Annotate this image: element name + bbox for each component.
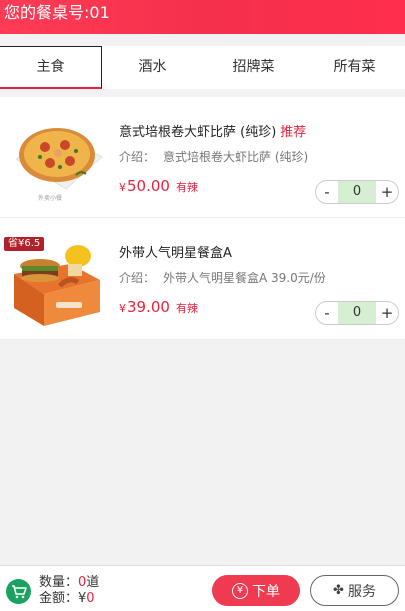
top-bar: 您的餐桌号:01 xyxy=(0,0,405,34)
dish-intro: 介绍： 外带人气明星餐盒A 39.0元/份 xyxy=(119,271,326,285)
list-item[interactable]: 省¥6.5 外带人气明星餐盒A 介绍： 外带人气明星餐盒A 39.0元/份 ¥39… xyxy=(0,218,405,340)
quantity-value[interactable]: 0 xyxy=(338,302,376,324)
service-icon: ✤ xyxy=(333,583,344,598)
minus-button[interactable]: - xyxy=(316,302,338,324)
tab-staple[interactable]: 主食 xyxy=(0,46,102,89)
quantity-stepper: - 0 + xyxy=(315,180,399,204)
dish-list: 外卖小餐 意式培根卷大虾比萨 (纯珍) 推荐 介绍： 意式培根卷大虾比萨 (纯珍) … xyxy=(0,97,405,340)
pizza-image: 外卖小餐 xyxy=(15,128,103,202)
dish-intro: 介绍： 意式培根卷大虾比萨 (纯珍) xyxy=(119,150,309,164)
tab-signature[interactable]: 招牌菜 xyxy=(203,46,304,89)
quantity-summary: 数量：0道 xyxy=(39,575,100,590)
plus-button[interactable]: + xyxy=(376,181,398,203)
list-item[interactable]: 外卖小餐 意式培根卷大虾比萨 (纯珍) 推荐 介绍： 意式培根卷大虾比萨 (纯珍) … xyxy=(0,97,405,218)
quantity-value[interactable]: 0 xyxy=(338,181,376,203)
category-tabs: 主食 酒水 招牌菜 所有菜 xyxy=(0,46,405,89)
dish-price: ¥39.00 有辣 xyxy=(119,298,198,316)
discount-badge: 省¥6.5 xyxy=(4,237,45,251)
dish-name: 外带人气明星餐盒A xyxy=(119,246,232,261)
tab-all[interactable]: 所有菜 xyxy=(304,46,405,89)
service-button[interactable]: ✤ 服务 xyxy=(310,575,399,606)
bottom-bar: 数量：0道 金额：¥0 ¥ 下单 ✤ 服务 xyxy=(0,565,405,611)
quantity-stepper: - 0 + xyxy=(315,301,399,325)
spicy-label: 有辣 xyxy=(175,302,198,315)
table-number-title: 您的餐桌号:01 xyxy=(4,3,110,22)
recommend-tag: 推荐 xyxy=(280,125,307,140)
plus-button[interactable]: + xyxy=(376,302,398,324)
amount-summary: 金额：¥0 xyxy=(39,591,95,606)
tab-drinks[interactable]: 酒水 xyxy=(102,46,203,89)
dish-name: 意式培根卷大虾比萨 (纯珍) 推荐 xyxy=(119,125,307,140)
place-order-button[interactable]: ¥ 下单 xyxy=(212,575,300,606)
yen-coin-icon: ¥ xyxy=(232,582,248,599)
order-summary: 数量：0道 金额：¥0 xyxy=(39,575,99,607)
dish-price: ¥50.00 有辣 xyxy=(119,177,198,195)
minus-button[interactable]: - xyxy=(316,181,338,203)
cart-icon[interactable] xyxy=(6,579,31,604)
spicy-label: 有辣 xyxy=(175,181,198,194)
image-caption: 外卖小餐 xyxy=(38,194,62,202)
